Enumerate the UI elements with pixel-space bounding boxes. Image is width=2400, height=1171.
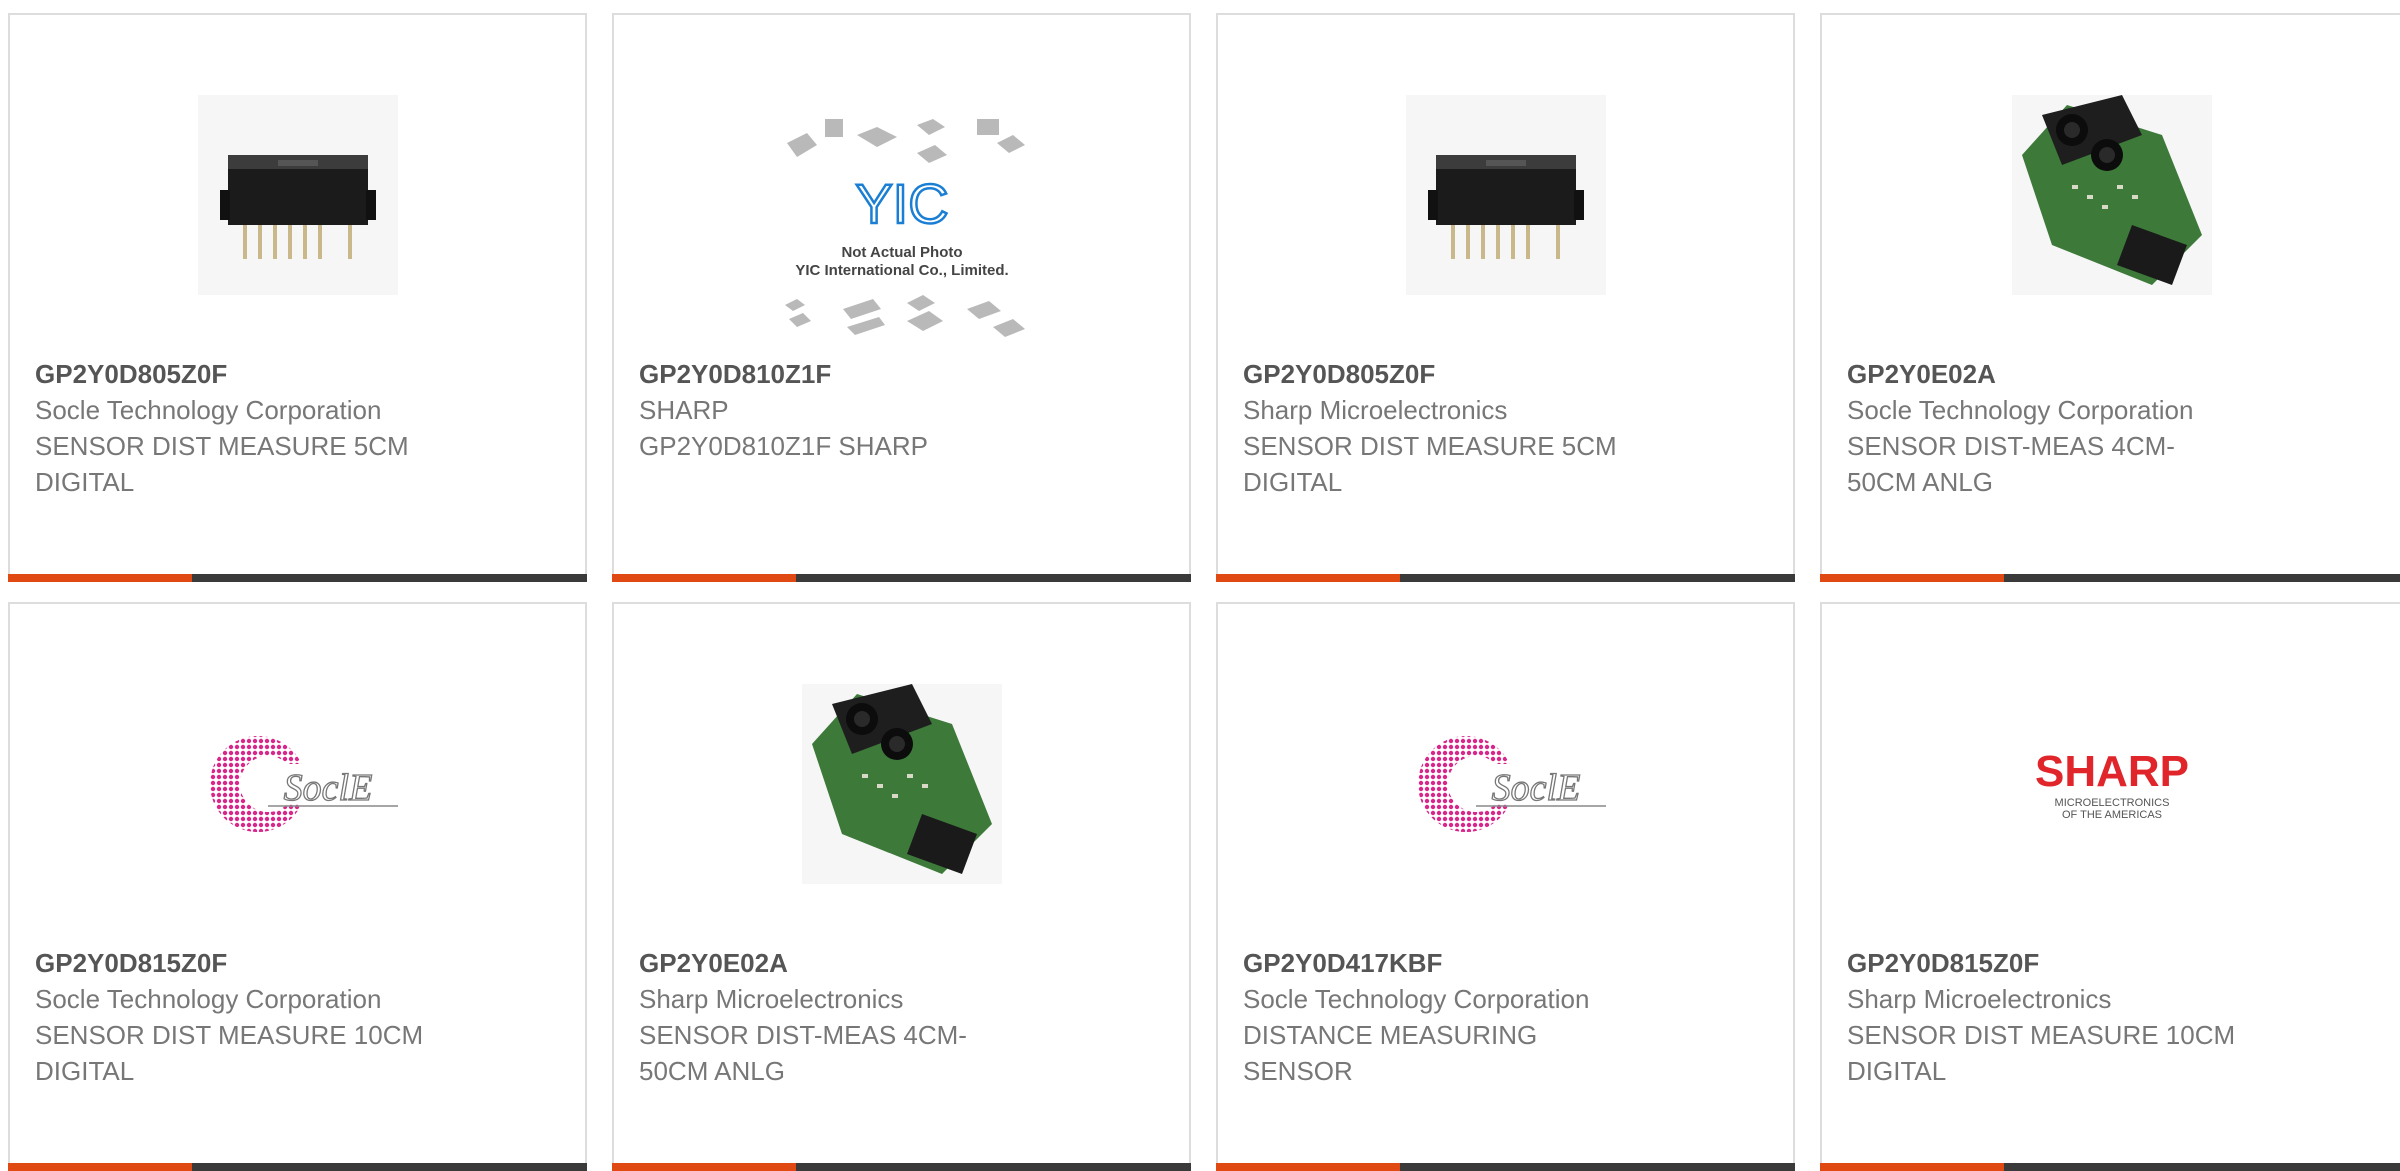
description-line-2: DIGITAL [1847,1056,1947,1086]
card-accent-bar [1216,1163,1795,1171]
product-card[interactable]: SHARP MICROELECTRONICS OF THE AMERICAS G… [1820,602,2400,1171]
product-card[interactable]: GP2Y0E02A Socle Technology Corporation S… [1820,13,2400,582]
svg-text:SoclE: SoclE [1491,767,1580,809]
svg-text:SoclE: SoclE [283,767,372,809]
part-number[interactable]: GP2Y0D805Z0F [35,356,475,392]
card-accent-bar [8,574,587,582]
socle-logo-icon: SoclE [209,736,398,832]
svg-text:MICROELECTRONICS: MICROELECTRONICS [2055,797,2170,809]
pcb-sensor-icon [801,684,1002,884]
pcb-sensor-icon [2012,95,2212,295]
description-line-2: DIGITAL [35,467,135,497]
svg-text:SHARP: SHARP [2035,747,2189,796]
product-image[interactable]: SoclE [198,684,398,884]
product-card[interactable]: SoclE GP2Y0D417KBF Socle Technology Corp… [1216,602,1795,1171]
description-line-2: DIGITAL [1243,467,1343,497]
manufacturer: SHARP [639,395,729,425]
product-card[interactable]: GP2Y0D805Z0F Socle Technology Corporatio… [8,13,587,582]
description-line-1: SENSOR DIST MEASURE 5CM [1243,431,1617,461]
part-number[interactable]: GP2Y0D815Z0F [35,945,475,981]
card-accent-bar [8,1163,587,1171]
part-number[interactable]: GP2Y0D417KBF [1243,945,1683,981]
description-line-1: GP2Y0D810Z1F SHARP [639,431,929,461]
product-image[interactable]: SoclE [1406,684,1606,884]
sensor-chip-icon [1405,95,1606,295]
product-card[interactable]: SoclE GP2Y0D815Z0F Socle Technology Corp… [8,602,587,1171]
product-image[interactable] [801,684,1002,884]
part-number[interactable]: GP2Y0E02A [1847,356,2287,392]
card-accent-bar [612,574,1191,582]
socle-logo-icon: SoclE [1417,736,1606,832]
manufacturer: Socle Technology Corporation [1243,984,1590,1014]
svg-text:YIC: YIC [855,172,948,235]
part-number[interactable]: GP2Y0D810Z1F [639,356,1079,392]
manufacturer: Socle Technology Corporation [35,395,382,425]
manufacturer: Socle Technology Corporation [1847,395,2194,425]
card-accent-bar [1820,574,2400,582]
description-line-1: SENSOR DIST MEASURE 10CM [35,1020,424,1050]
product-grid: GP2Y0D805Z0F Socle Technology Corporatio… [0,0,2400,1171]
manufacturer: Sharp Microelectronics [1243,395,1508,425]
description-line-1: DISTANCE MEASURING [1243,1020,1538,1050]
card-accent-bar [612,1163,1191,1171]
description-line-1: SENSOR DIST-MEAS 4CM- [1847,431,2175,461]
part-number[interactable]: GP2Y0D805Z0F [1243,356,1683,392]
description-line-1: SENSOR DIST MEASURE 5CM [35,431,409,461]
description-line-1: SENSOR DIST-MEAS 4CM- [639,1020,967,1050]
product-image[interactable]: SHARP MICROELECTRONICS OF THE AMERICAS [2012,684,2212,884]
product-image[interactable] [2012,95,2212,295]
manufacturer: Sharp Microelectronics [1847,984,2112,1014]
description-line-1: SENSOR DIST MEASURE 10CM [1847,1020,2236,1050]
card-accent-bar [1216,574,1795,582]
product-card[interactable]: GP2Y0E02A Sharp Microelectronics SENSOR … [612,602,1191,1171]
description-line-2: 50CM ANLG [639,1056,785,1086]
part-number[interactable]: GP2Y0D815Z0F [1847,945,2287,981]
product-image[interactable]: YIC Not Actual Photo YIC International C… [767,105,1037,345]
product-card[interactable]: YIC Not Actual Photo YIC International C… [612,13,1191,582]
manufacturer: Sharp Microelectronics [639,984,904,1014]
manufacturer: Socle Technology Corporation [35,984,382,1014]
card-accent-bar [1820,1163,2400,1171]
description-line-2: DIGITAL [35,1056,135,1086]
description-line-2: 50CM ANLG [1847,467,1993,497]
product-image[interactable] [1405,95,1606,295]
svg-text:YIC International Co., Limited: YIC International Co., Limited. [795,262,1008,279]
product-card[interactable]: GP2Y0D805Z0F Sharp Microelectronics SENS… [1216,13,1795,582]
part-number[interactable]: GP2Y0E02A [639,945,1079,981]
svg-text:OF THE AMERICAS: OF THE AMERICAS [2062,809,2162,821]
sensor-chip-icon [197,95,398,295]
product-image[interactable] [197,95,398,295]
sharp-logo-icon: SHARP MICROELECTRONICS OF THE AMERICAS [2035,747,2189,821]
placeholder-image-icon: YIC Not Actual Photo YIC International C… [784,119,1025,337]
description-line-2: SENSOR [1243,1056,1353,1086]
svg-text:Not Actual Photo: Not Actual Photo [841,244,962,261]
